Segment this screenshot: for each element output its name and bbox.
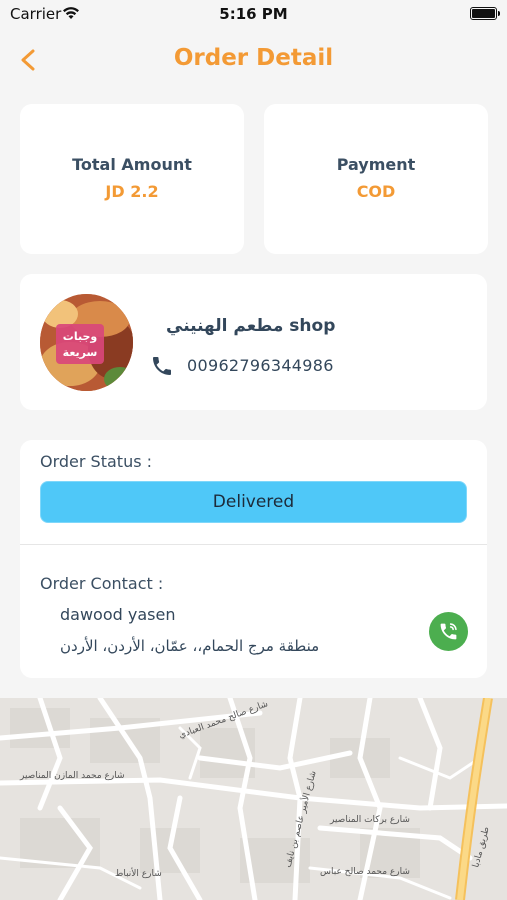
map-label: شارع الأنباط (115, 867, 162, 879)
order-card: Order Status : Delivered Order Contact :… (20, 440, 487, 678)
contact-address: منطقة مرج الحمام،، عمّان، الأردن، الأردن (60, 637, 320, 655)
map-label: شارع محمد المازن المناصير (19, 771, 125, 781)
order-status-label: Order Status : (40, 452, 153, 471)
total-amount-value: JD 2.2 (105, 182, 159, 201)
phone-icon (153, 357, 171, 375)
shop-name: مطعم الهنيني shop (166, 316, 336, 336)
payment-label: Payment (336, 155, 416, 174)
order-status-badge: Delivered (40, 481, 467, 523)
avatar-text-line2: سريعة (63, 346, 98, 359)
status-bar: Carrier 5:16 PM (0, 0, 507, 30)
clock: 5:16 PM (219, 5, 288, 23)
header: Order Detail (0, 40, 507, 80)
call-button[interactable] (429, 612, 468, 651)
order-contact-label: Order Contact : (40, 574, 164, 593)
phone-call-icon (440, 623, 457, 640)
divider (20, 544, 487, 545)
page-title: Order Detail (173, 45, 334, 71)
shop-phone[interactable]: 00962796344986 (187, 356, 334, 375)
battery-icon (470, 7, 500, 20)
payment-value: COD (356, 182, 396, 201)
map-canvas: شارع محمد المازن المناصير شارع بركات الم… (0, 698, 507, 900)
map-view[interactable]: شارع محمد المازن المناصير شارع بركات الم… (0, 698, 507, 900)
shop-card: وجبات سريعة مطعم الهنيني shop 0096279634… (20, 274, 487, 410)
avatar-text-line1: وجبات (63, 330, 98, 343)
total-amount-card: Total Amount JD 2.2 (20, 104, 244, 254)
payment-card: Payment COD (264, 104, 488, 254)
map-label: شارع محمد صالح عباس (320, 867, 410, 877)
contact-name: dawood yasen (60, 605, 176, 624)
shop-avatar: وجبات سريعة (40, 294, 133, 391)
map-label: شارع بركات المناصير (329, 815, 410, 825)
total-amount-label: Total Amount (72, 155, 192, 174)
